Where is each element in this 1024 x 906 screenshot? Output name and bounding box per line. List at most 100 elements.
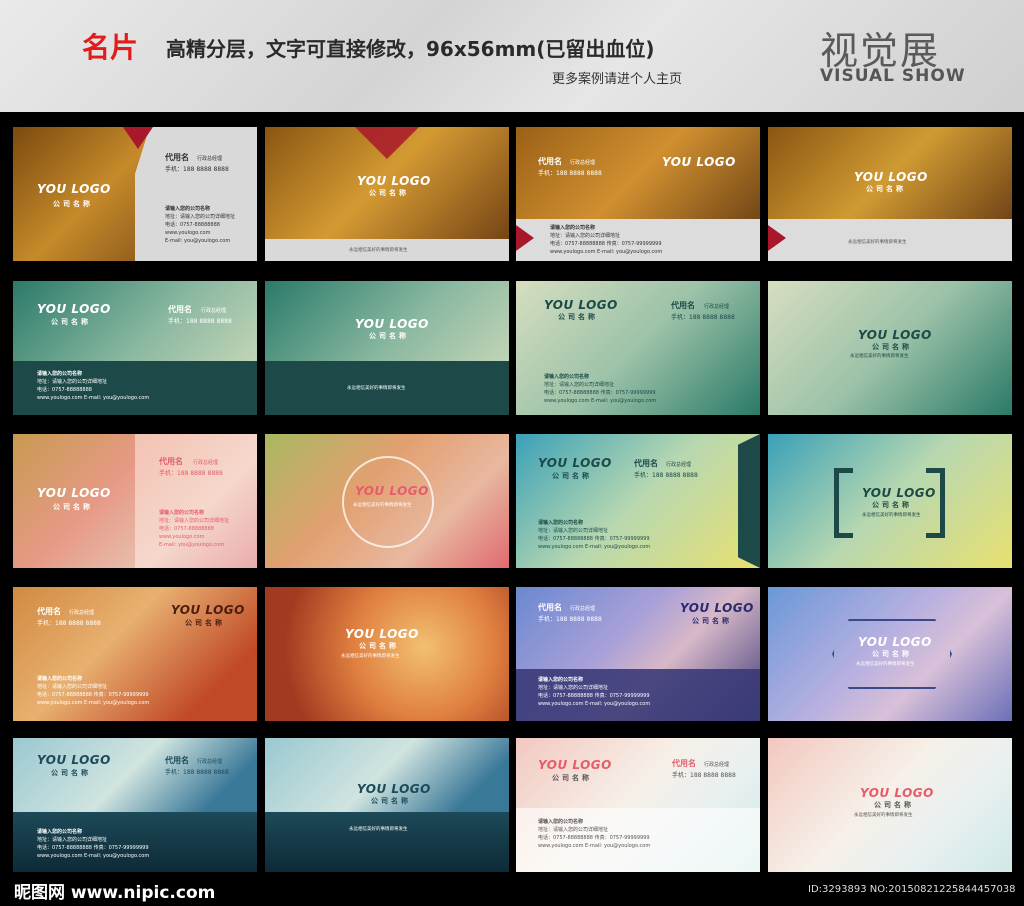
card-company: 公司名称 — [552, 774, 592, 782]
card-position: 行政总经理 — [193, 460, 219, 466]
card-logo: YOU LOGO — [854, 170, 928, 184]
card-r3-c1[interactable]: YOU LOGO 公司名称 代用名 行政总经理 手机：188 8888 8888… — [13, 434, 257, 568]
card-position: 行政总经理 — [197, 156, 223, 162]
card-slogan: 永远相信美好的事情即将发生 — [347, 386, 406, 391]
card-company: 公司名称 — [872, 343, 912, 351]
card-r5-c1[interactable]: YOU LOGO 公司名称 代用名 行政总经理 手机：188 8888 8888… — [13, 738, 257, 872]
card-r3-c2[interactable]: YOU LOGO 永远相信美好的事情即将发生 — [265, 434, 509, 568]
card-logo: YOU LOGO — [538, 758, 612, 772]
card-r1-c1[interactable]: YOU LOGO 公司名称 代用名 行政总经理 手机：188 8888 8888… — [13, 127, 257, 261]
card-slogan: 永远相信美好的事情即将发生 — [848, 240, 907, 245]
card-r1-c4[interactable]: YOU LOGO 公司名称 永远相信美好的事情即将发生 — [768, 127, 1012, 261]
card-slogan: 永远相信美好的事情即将发生 — [341, 654, 400, 659]
card-logo: YOU LOGO — [544, 298, 618, 312]
card-company: 公司名称 — [692, 617, 732, 625]
card-info: 请输入您的公司名称 地址：请输入您的公司详细地址 电话：0757-8888888… — [550, 225, 663, 255]
card-company: 公司名称 — [558, 313, 598, 321]
page-subtitle: 高精分层，文字可直接修改，96x56mm(已留出血位) — [166, 37, 655, 61]
card-info: 请输入您的公司名称 地址：请输入您的公司详细地址 电话：0757-8888888… — [37, 676, 150, 706]
card-logo: YOU LOGO — [538, 456, 612, 470]
card-person: 代用名 — [165, 756, 189, 765]
card-position: 行政总经理 — [69, 610, 95, 616]
card-phone: 手机：188 8888 8888 — [165, 166, 229, 173]
card-position: 行政总经理 — [666, 462, 692, 468]
card-r1-c2[interactable]: YOU LOGO 公司名称 永远相信美好的事情即将发生 — [265, 127, 509, 261]
card-phone: 手机：188 8888 8888 — [671, 314, 735, 321]
card-company: 公司名称 — [872, 650, 912, 658]
card-company: 公司名称 — [369, 332, 409, 340]
card-company: 公司名称 — [53, 503, 93, 511]
card-r4-c3[interactable]: 代用名 行政总经理 手机：188 8888 8888 YOU LOGO 公司名称… — [516, 587, 760, 721]
card-logo: YOU LOGO — [862, 486, 936, 500]
card-company: 公司名称 — [874, 801, 914, 809]
card-r3-c4[interactable]: YOU LOGO 公司名称 永远相信美好的事情即将发生 — [768, 434, 1012, 568]
card-position: 行政总经理 — [570, 160, 596, 166]
card-logo: YOU LOGO — [357, 174, 431, 188]
card-r1-c3[interactable]: 代用名 行政总经理 手机：188 8888 8888 YOU LOGO 请输入您… — [516, 127, 760, 261]
card-r3-c3[interactable]: YOU LOGO 公司名称 代用名 行政总经理 手机：188 8888 8888… — [516, 434, 760, 568]
card-slogan: 永远相信美好的事情即将发生 — [353, 503, 412, 508]
card-grid: YOU LOGO 公司名称 代用名 行政总经理 手机：188 8888 8888… — [0, 112, 1024, 878]
card-logo: YOU LOGO — [357, 782, 431, 796]
card-r2-c2[interactable]: YOU LOGO 公司名称 永远相信美好的事情即将发生 — [265, 281, 509, 415]
card-slogan: 永远相信美好的事情即将发生 — [854, 813, 913, 818]
card-phone: 手机：188 8888 8888 — [672, 772, 736, 779]
card-logo: YOU LOGO — [37, 753, 111, 767]
card-position: 行政总经理 — [570, 606, 596, 612]
card-logo: YOU LOGO — [171, 603, 245, 617]
card-person: 代用名 — [168, 305, 192, 314]
card-slogan: 永远相信美好的事情即将发生 — [349, 248, 408, 253]
card-r5-c3[interactable]: YOU LOGO 公司名称 代用名 行政总经理 手机：188 8888 8888… — [516, 738, 760, 872]
card-slogan: 永远相信美好的事情即将发生 — [856, 662, 915, 667]
card-info: 请输入您的公司名称 地址：请输入您的公司详细地址 电话：0757-8888888… — [37, 371, 150, 401]
card-position: 行政总经理 — [704, 762, 730, 768]
card-logo: YOU LOGO — [858, 635, 932, 649]
card-phone: 手机：188 8888 8888 — [168, 318, 232, 325]
card-logo: YOU LOGO — [355, 317, 429, 331]
card-r5-c4[interactable]: YOU LOGO 公司名称 永远相信美好的事情即将发生 — [768, 738, 1012, 872]
card-logo: YOU LOGO — [355, 484, 429, 498]
card-phone: 手机：188 8888 8888 — [538, 616, 602, 623]
card-phone: 手机：188 8888 8888 — [159, 470, 223, 477]
card-info: 请输入您的公司名称 地址：请输入您的公司详细地址 电话：0757-8888888… — [538, 819, 651, 849]
page-title: 名片 — [82, 31, 139, 64]
card-logo: YOU LOGO — [345, 627, 419, 641]
card-info: 请输入您的公司名称 地址：请输入您的公司详细地址 电话：0757-8888888… — [544, 374, 657, 404]
card-phone: 手机：188 8888 8888 — [634, 472, 698, 479]
card-phone: 手机：188 8888 8888 — [538, 170, 602, 177]
card-r5-c2[interactable]: YOU LOGO 公司名称 永远相信美好的事情即将发生 — [265, 738, 509, 872]
card-r2-c4[interactable]: YOU LOGO 公司名称 永远相信美好的事情即将发生 — [768, 281, 1012, 415]
card-person: 代用名 — [672, 759, 696, 768]
card-company: 公司名称 — [51, 769, 91, 777]
card-slogan: 永远相信美好的事情即将发生 — [349, 827, 408, 832]
card-person: 代用名 — [159, 457, 183, 466]
card-r4-c1[interactable]: 代用名 行政总经理 手机：188 8888 8888 YOU LOGO 公司名称… — [13, 587, 257, 721]
card-logo: YOU LOGO — [37, 302, 111, 316]
card-r2-c3[interactable]: YOU LOGO 公司名称 代用名 行政总经理 手机：188 8888 8888… — [516, 281, 760, 415]
card-company: 公司名称 — [371, 797, 411, 805]
card-phone: 手机：188 8888 8888 — [165, 769, 229, 776]
card-company: 公司名称 — [872, 501, 912, 509]
card-person: 代用名 — [37, 607, 61, 616]
card-company: 公司名称 — [51, 318, 91, 326]
card-slogan: 永远相信美好的事情即将发生 — [850, 354, 909, 359]
card-slogan: 永远相信美好的事情即将发生 — [862, 513, 921, 518]
card-position: 行政总经理 — [201, 308, 227, 314]
card-person: 代用名 — [538, 157, 562, 166]
card-r4-c2[interactable]: YOU LOGO 公司名称 永远相信美好的事情即将发生 — [265, 587, 509, 721]
card-person: 代用名 — [671, 301, 695, 310]
card-r2-c1[interactable]: YOU LOGO 公司名称 代用名 行政总经理 手机：188 8888 8888… — [13, 281, 257, 415]
card-position: 行政总经理 — [704, 304, 730, 310]
card-position: 行政总经理 — [197, 759, 223, 765]
more-cases-link[interactable]: 更多案例请进个人主页 — [552, 68, 682, 87]
card-logo: YOU LOGO — [680, 601, 754, 615]
card-logo: YOU LOGO — [37, 182, 111, 196]
card-person: 代用名 — [165, 153, 189, 162]
card-info: 请输入您的公司名称 地址：请输入您的公司详细地址 电话：0757-8888888… — [37, 829, 150, 859]
card-person: 代用名 — [538, 603, 562, 612]
card-r4-c4[interactable]: YOU LOGO 公司名称 永远相信美好的事情即将发生 — [768, 587, 1012, 721]
image-id-text: ID:3293893 NO:20150821225844457038 — [808, 884, 1016, 895]
card-info: 请输入您的公司名称 地址：请输入您的公司详细地址 电话：0757-8888888… — [538, 520, 651, 550]
card-company: 公司名称 — [552, 472, 592, 480]
card-info: 请输入您的公司名称 地址：请输入您的公司详细地址 电话：0757-8888888… — [159, 510, 230, 548]
